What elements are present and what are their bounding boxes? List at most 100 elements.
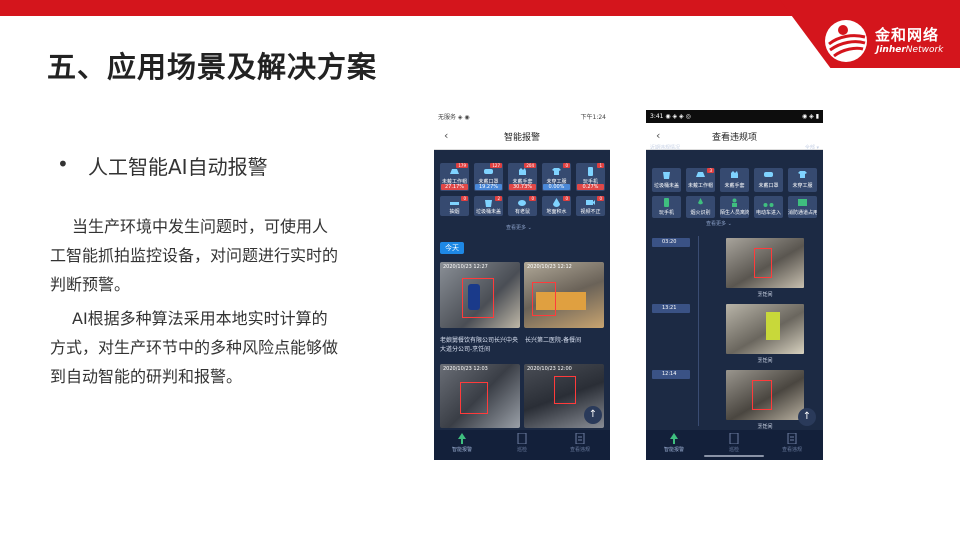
status-bar: 3:41 ◉ ◈ ◈ ◎ ◉ ◈ ▮ <box>646 110 823 123</box>
snapshot-time: 2020/10/23 12:27 <box>443 264 488 270</box>
tab-inspection[interactable]: 巡检 <box>714 433 754 453</box>
card-badge: 204 <box>524 163 536 168</box>
snapshot-image[interactable]: 2020/10/23 12:27 <box>440 262 520 328</box>
snapshot-location: 长兴第二医院-备餐间 <box>525 337 582 344</box>
timeline-location: 烹饪间 <box>757 424 773 430</box>
category-card[interactable]: 0 视频不正 <box>576 196 605 216</box>
document-icon <box>517 433 527 444</box>
tab-label: 智能报警 <box>451 447 472 453</box>
snapshot-time: 2020/10/23 12:12 <box>527 264 572 270</box>
scroll-top-button[interactable]: ↑ <box>584 406 602 424</box>
card-label: 未戴工作帽 <box>687 183 713 189</box>
timeline-time: 03:20 <box>652 238 690 247</box>
card-label: 未穿工服 <box>792 183 813 189</box>
violation-snapshot[interactable] <box>726 370 804 420</box>
list-icon <box>787 433 797 444</box>
card-label: 陌生人员离岗 <box>720 210 749 216</box>
phone-screenshot-view-violations: 3:41 ◉ ◈ ◈ ◎ ◉ ◈ ▮ ‹ 查看违规项 近期违规情况 全部 ▾ 垃… <box>646 110 823 460</box>
tab-view-violations[interactable]: 查看违规 <box>772 433 812 453</box>
card-label: 未戴手套 <box>724 183 745 189</box>
filter-dropdown[interactable]: 全部 ▾ <box>805 144 819 151</box>
status-right: ◉ ◈ ▮ <box>802 113 819 120</box>
fire-exit-icon <box>798 199 807 206</box>
category-card[interactable]: 0 抽烟 <box>440 196 469 216</box>
water-drop-icon <box>553 198 560 207</box>
uniform-icon <box>798 171 807 178</box>
tab-view-violations[interactable]: 查看违规 <box>560 433 600 453</box>
bullet-dot: • <box>57 152 69 176</box>
snapshot-location: 老娘舅餐饮有限公司长兴中央大道分公司-烹饪间 <box>440 337 519 353</box>
detection-box <box>754 248 772 278</box>
logo-text-en-bold: Jinher <box>876 45 906 55</box>
tab-inspection[interactable]: 巡检 <box>502 433 542 453</box>
description-paragraph-1: 当生产环境中发生问题时，可使用人工智能抓拍监控设备，对问题进行实时的判断预警。 <box>50 217 339 294</box>
category-card[interactable]: 未戴手套 <box>720 168 749 192</box>
card-percent: 27.17% <box>441 184 468 190</box>
card-badge: 1 <box>597 163 604 168</box>
card-badge: 0 <box>529 196 536 201</box>
category-card[interactable]: 2 垃圾桶未盖 <box>474 196 503 216</box>
category-card[interactable]: 127 未戴口罩 19.27% <box>474 163 503 191</box>
category-card[interactable]: 0 有老鼠 <box>508 196 537 216</box>
hat-icon <box>450 169 459 174</box>
detection-box <box>752 380 772 410</box>
filter-label: 近期违规情况 <box>650 145 681 151</box>
category-card[interactable]: 烟火识别 <box>686 196 715 218</box>
card-badge: 127 <box>490 163 502 168</box>
detection-box <box>462 278 494 318</box>
category-card[interactable]: 0 未穿工服 0.00% <box>542 163 571 191</box>
phone-icon <box>588 167 593 176</box>
detection-box <box>460 382 488 414</box>
mask-icon <box>484 169 493 174</box>
snapshot-time: 2020/10/23 12:00 <box>527 366 572 372</box>
status-left: 无服务 ◈ ◉ <box>438 114 470 121</box>
see-more-link[interactable]: 查看更多 ⌄ <box>506 224 532 231</box>
category-card[interactable]: 未戴口罩 <box>754 168 783 192</box>
category-card[interactable]: 陌生人员离岗 <box>720 196 749 218</box>
card-label: 消防通道占用 <box>788 210 817 216</box>
category-card[interactable]: 消防通道占用 <box>788 196 817 218</box>
timeline-line <box>698 236 699 426</box>
tab-label: 查看违规 <box>781 447 802 453</box>
card-label: 视频不正 <box>580 209 601 215</box>
document-icon <box>729 433 739 444</box>
category-card[interactable]: 未穿工服 <box>788 168 817 192</box>
card-label: 未戴口罩 <box>758 183 779 189</box>
violation-snapshot[interactable] <box>726 304 804 354</box>
timeline-time: 12:14 <box>652 370 690 379</box>
timeline-location: 烹饪间 <box>757 292 773 298</box>
see-more-link[interactable]: 查看更多 ⌄ <box>706 220 732 227</box>
category-card[interactable]: 3 未戴工作帽 <box>686 168 715 192</box>
tab-smart-alarm[interactable]: 智能报警 <box>654 433 694 453</box>
tab-label: 巡检 <box>516 447 527 453</box>
card-percent: 0.27% <box>577 184 604 190</box>
category-card[interactable]: 0 地面积水 <box>542 196 571 216</box>
category-card[interactable]: 电动车进入 <box>754 196 783 218</box>
logo-text-en-light: Network <box>905 45 944 55</box>
card-label: 垃圾桶未盖 <box>653 183 679 189</box>
card-badge: 0 <box>563 163 570 168</box>
status-bar: 无服务 ◈ ◉ 下午1:24 <box>434 110 610 123</box>
category-card[interactable]: 179 未戴工作帽 27.17% <box>440 163 469 191</box>
tab-smart-alarm[interactable]: 智能报警 <box>442 433 482 453</box>
card-label: 电动车进入 <box>755 210 781 216</box>
scroll-top-button[interactable]: ↑ <box>798 408 816 426</box>
card-percent: 0.00% <box>543 184 570 190</box>
filter-row: 近期违规情况 全部 ▾ <box>650 144 819 153</box>
bottom-tab-bar: 智能报警 巡检 查看违规 <box>646 430 823 460</box>
category-card[interactable]: 垃圾桶未盖 <box>652 168 681 192</box>
snapshot-image[interactable]: 2020/10/23 12:12 <box>524 262 604 328</box>
category-card[interactable]: 玩手机 <box>652 196 681 218</box>
category-card[interactable]: 1 玩手机 0.27% <box>576 163 605 191</box>
category-card[interactable]: 204 未戴手套 30.73% <box>508 163 537 191</box>
scooter-icon <box>763 203 774 207</box>
nav-title: 查看违规项 <box>711 133 757 143</box>
status-time: 下午1:24 <box>580 114 606 121</box>
card-percent: 30.73% <box>509 184 536 190</box>
page-title: 五、应用场景及解决方案 <box>47 50 378 84</box>
detection-box <box>532 282 556 316</box>
mouse-icon <box>518 200 526 206</box>
violation-snapshot[interactable] <box>726 238 804 288</box>
card-label: 抽烟 <box>449 209 460 215</box>
snapshot-image[interactable]: 2020/10/23 12:03 <box>440 364 520 428</box>
